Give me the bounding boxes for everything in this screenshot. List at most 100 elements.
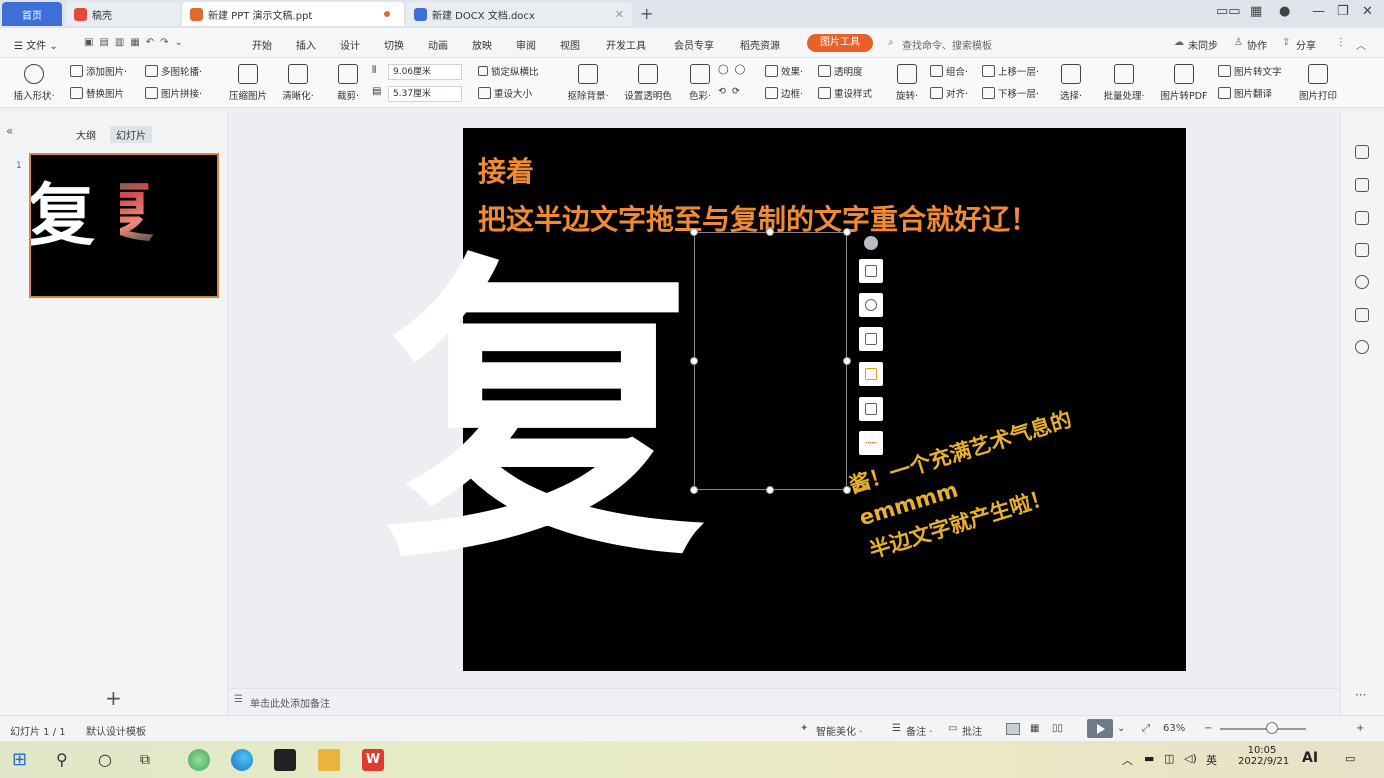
effects-quick-button[interactable] (859, 362, 883, 386)
select-button[interactable]: 选择· (1048, 62, 1094, 102)
height-input[interactable]: 5.37厘米 (388, 86, 462, 102)
settings-icon[interactable] (1355, 340, 1369, 354)
more-dots-icon[interactable]: ··· (1355, 688, 1366, 702)
tab-draft[interactable]: 稿壳 (66, 2, 180, 26)
slide-thumbnail[interactable]: 复 复 (29, 153, 219, 298)
collapse-panel-icon[interactable]: « (6, 124, 13, 138)
resize-handle[interactable] (690, 357, 698, 365)
new-tab-button[interactable]: + (640, 4, 653, 23)
restore-button[interactable]: ❐ (1337, 4, 1349, 19)
backup-icon[interactable] (1355, 308, 1369, 322)
lock-ratio-checkbox[interactable]: 锁定纵横比 (478, 64, 539, 78)
user-icon[interactable]: ● (1279, 4, 1290, 19)
transparent-color-button[interactable]: 设置透明色 (618, 62, 678, 102)
collage-button[interactable]: 图片拼接· (145, 86, 202, 100)
volume-icon[interactable]: ◁) (1184, 752, 1197, 765)
menu-animation[interactable]: 动画 (428, 37, 448, 52)
help-icon[interactable] (1355, 275, 1369, 289)
bring-forward-button[interactable]: 上移一层· (982, 64, 1039, 78)
cortana-icon[interactable]: ○ (98, 749, 120, 771)
sorter-view-icon[interactable]: ▦ (1030, 723, 1039, 734)
play-options-icon[interactable]: ⌄ (1117, 723, 1125, 734)
insert-shape-button[interactable]: 插入形状· (4, 62, 64, 102)
notes-toggle[interactable]: 备注 · (906, 723, 932, 738)
style-icon[interactable] (1355, 145, 1369, 159)
quick-access-icons[interactable]: ▣▤▥▦↶↷⌄ (84, 37, 189, 48)
theme-name[interactable]: 默认设计模板 (86, 723, 146, 738)
clock[interactable]: 10:05 2022/9/21 (1238, 745, 1289, 767)
zoom-quick-button[interactable] (859, 293, 883, 317)
to-pdf-button[interactable]: 图片转PDF (1154, 62, 1214, 102)
tab-docx[interactable]: 新建 DOCX 文档.docx ✕ (406, 2, 632, 26)
file-menu[interactable]: ☰ 文件 ⌄ (14, 37, 58, 52)
collapse-ribbon-icon[interactable]: ︿ (1356, 37, 1366, 52)
fit-window-icon[interactable]: ⤢ (1142, 723, 1150, 734)
add-slide-button[interactable]: + (105, 686, 122, 710)
resize-handle[interactable] (843, 486, 851, 494)
notification-icon[interactable]: ▭ (1345, 752, 1355, 765)
menu-resources[interactable]: 稻壳资源 (740, 37, 780, 52)
rotate-handle-icon[interactable] (864, 236, 878, 250)
reset-size-button[interactable]: 重设大小 (478, 86, 532, 100)
comments-toggle[interactable]: 批注 (962, 723, 982, 738)
menu-design[interactable]: 设计 (340, 37, 360, 52)
tab-outline[interactable]: 大纲 (70, 126, 102, 143)
sync-status[interactable]: 未同步 (1188, 37, 1218, 52)
picture-edit-quick-button[interactable] (859, 397, 883, 421)
white-char[interactable]: 复 (385, 255, 705, 575)
properties-icon[interactable] (1355, 178, 1369, 192)
edge-icon[interactable] (231, 749, 253, 771)
rotate-button[interactable]: 旋转· (880, 62, 934, 102)
zoom-in-button[interactable]: + (1356, 723, 1364, 734)
reading-view-icon[interactable]: ▯▯ (1052, 723, 1063, 734)
close-window-button[interactable]: ✕ (1362, 4, 1373, 19)
resize-handle[interactable] (690, 486, 698, 494)
effects-button[interactable]: 效果· (765, 64, 803, 78)
add-picture-button[interactable]: 添加图片· (70, 64, 127, 78)
layout-icon[interactable]: ▭▭ (1216, 4, 1241, 19)
apps-grid-icon[interactable]: ▦ (1250, 4, 1262, 19)
tab-slides[interactable]: 幻灯片 (110, 126, 152, 143)
more-icon[interactable]: ⋮ (1336, 37, 1346, 48)
normal-view-icon[interactable] (1006, 723, 1020, 735)
task-view-icon[interactable]: ⧉ (140, 749, 162, 771)
wps-icon[interactable]: W (362, 749, 384, 771)
align-button[interactable]: 对齐· (930, 86, 968, 100)
batch-button[interactable]: 批量处理· (1094, 62, 1154, 102)
close-tab-icon[interactable]: ✕ (615, 8, 624, 21)
network-icon[interactable]: ◫ (1164, 752, 1174, 765)
zoom-level[interactable]: 63% (1163, 723, 1185, 734)
reset-style-button[interactable]: 重设样式 (818, 86, 872, 100)
smart-beautify-button[interactable]: 智能美化 · (816, 723, 862, 738)
group-button[interactable]: 组合· (930, 64, 968, 78)
tab-home[interactable]: 首页 (2, 2, 62, 26)
resize-handle[interactable] (766, 228, 774, 236)
windows-start-icon[interactable]: ⊞ (12, 749, 34, 771)
menu-view[interactable]: 视图 (560, 37, 580, 52)
print-picture-button[interactable]: 图片打印 (1290, 62, 1346, 102)
crop-quick-button[interactable] (859, 327, 883, 351)
zoom-out-button[interactable]: − (1204, 723, 1212, 734)
slide-instruction-text[interactable]: 接着 把这半边文字拖至与复制的文字重合就好辽！ (478, 148, 1038, 244)
resize-handle[interactable] (690, 228, 698, 236)
resize-handle[interactable] (843, 357, 851, 365)
tab-ppt[interactable]: 新建 PPT 演示文稿.ppt (182, 2, 404, 26)
shape-tool-icon[interactable] (1355, 211, 1369, 225)
adjust-icons[interactable]: ⟲⟳ (718, 86, 746, 97)
shape-effects-icons[interactable]: ◯◯ (718, 64, 751, 75)
menu-developer[interactable]: 开发工具 (606, 37, 646, 52)
more-quick-button[interactable] (859, 431, 883, 455)
remove-bg-button[interactable]: 抠除背景· (558, 62, 618, 102)
width-input[interactable]: 9.06厘米 (388, 64, 462, 80)
ai-assistant-icon[interactable]: AI (1302, 750, 1318, 766)
send-backward-button[interactable]: 下移一层· (982, 86, 1039, 100)
border-button[interactable]: 边框· (765, 86, 803, 100)
battery-icon[interactable]: ▬ (1144, 752, 1154, 765)
store-icon[interactable] (274, 749, 296, 771)
minimize-button[interactable]: — (1312, 4, 1325, 19)
menu-transition[interactable]: 切换 (384, 37, 404, 52)
to-text-button[interactable]: 图片转文字 (1218, 64, 1282, 78)
command-search[interactable]: 查找命令、搜索模板 (902, 37, 992, 52)
search-icon[interactable]: ⚲ (56, 749, 78, 771)
transparency-button[interactable]: 透明度 (818, 64, 863, 78)
